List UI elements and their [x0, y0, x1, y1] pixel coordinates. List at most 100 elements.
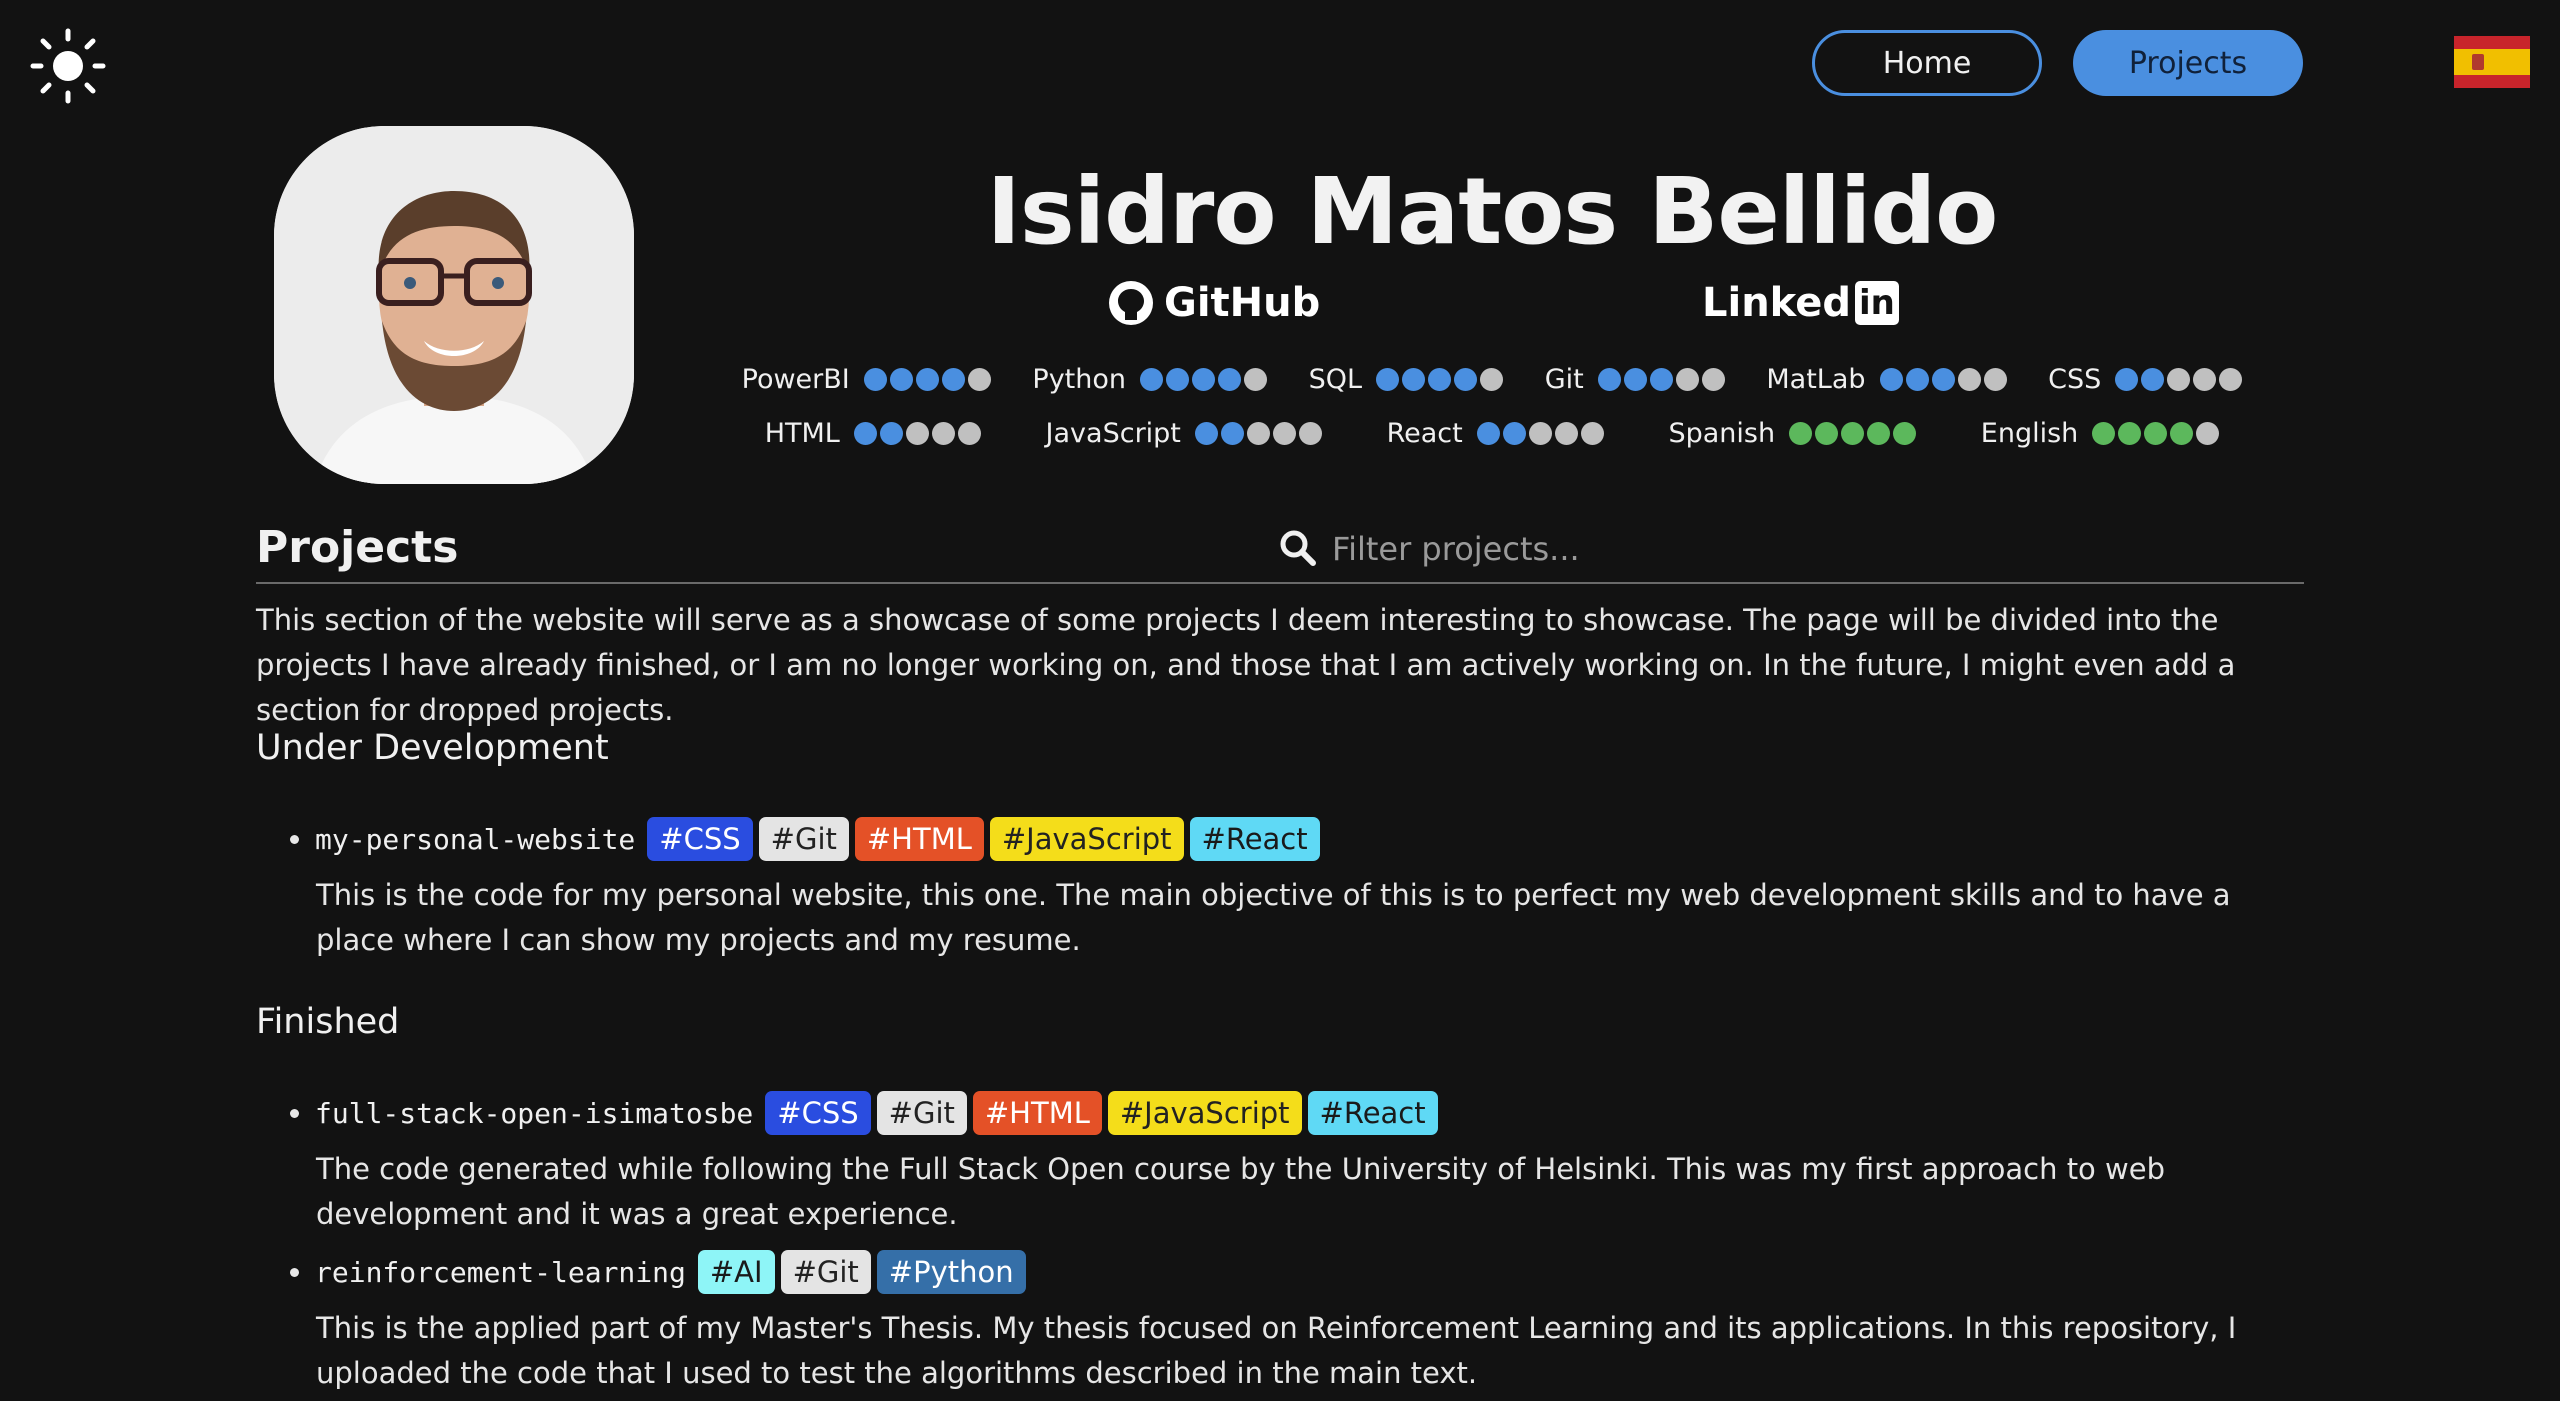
skill-react: React	[1387, 418, 1604, 449]
spain-flag-icon[interactable]	[2454, 36, 2530, 88]
skill-level-dot	[1580, 422, 1604, 445]
skill-level-dot	[1649, 368, 1673, 391]
skill-level-dot	[2196, 422, 2220, 445]
linkedin-label: Linked	[1702, 280, 1851, 326]
tag-ai[interactable]: #AI	[697, 1250, 775, 1294]
linkedin-link[interactable]: Linked in	[1702, 280, 1899, 326]
skill-level-dots	[2115, 368, 2243, 391]
skill-matlab: MatLab	[1766, 364, 2007, 395]
skill-level-dot	[1931, 368, 1955, 391]
skill-level-dot	[1983, 368, 2007, 391]
project-name-link[interactable]: my-personal-website	[315, 823, 635, 856]
theme-toggle-button[interactable]	[28, 26, 108, 106]
skill-level-dot	[1298, 422, 1322, 445]
avatar	[274, 126, 634, 484]
skill-name: English	[1980, 418, 2079, 449]
project-item: reinforcement-learning #AI #Git #Python This…	[290, 1244, 2310, 1396]
tag-git[interactable]: #Git	[876, 1091, 967, 1135]
skill-level-dot	[2219, 368, 2243, 391]
skill-name: Spanish	[1668, 418, 1776, 449]
skill-css: CSS	[2048, 364, 2243, 395]
project-item: my-personal-website #CSS #Git #HTML #JavaScr…	[290, 811, 2310, 963]
project-description: This is the code for my personal website…	[316, 878, 2231, 957]
github-link[interactable]: GitHub	[1108, 280, 1320, 326]
skill-level-dot	[863, 368, 887, 391]
skill-name: Python	[1032, 364, 1126, 395]
skill-level-dot	[1194, 422, 1218, 445]
skill-level-dot	[1879, 368, 1903, 391]
project-name-link[interactable]: full-stack-open-isimatosbe	[315, 1097, 753, 1130]
skill-level-dot	[1815, 422, 1839, 445]
sun-icon	[30, 28, 106, 104]
tag-react[interactable]: #React	[1189, 817, 1320, 861]
projects-button[interactable]: Projects	[2073, 30, 2303, 96]
tag-react[interactable]: #React	[1307, 1091, 1438, 1135]
skill-level-dot	[1376, 368, 1400, 391]
skill-level-dot	[931, 422, 955, 445]
top-nav: Home Projects	[1812, 30, 2303, 96]
skill-name: Git	[1544, 364, 1584, 395]
skill-name: MatLab	[1766, 364, 1866, 395]
tag-html[interactable]: #HTML	[854, 817, 984, 861]
bullet-icon	[290, 834, 299, 844]
skill-name: React	[1386, 418, 1463, 449]
bullet-icon	[290, 1108, 299, 1118]
skill-level-dots	[1879, 368, 2007, 391]
skill-level-dot	[2170, 422, 2194, 445]
skill-level-dots	[1376, 368, 1504, 391]
tag-git[interactable]: #Git	[758, 817, 849, 861]
skills-row-1: PowerBI Python SQL Git MatLab CSS	[700, 364, 2284, 395]
skill-name: SQL	[1308, 364, 1363, 395]
skill-level-dot	[1476, 422, 1500, 445]
skill-python: Python	[1032, 364, 1267, 395]
skill-level-dot	[1502, 422, 1526, 445]
project-name-link[interactable]: reinforcement-learning	[315, 1256, 686, 1289]
skill-level-dot	[967, 368, 991, 391]
skill-name: PowerBI	[741, 364, 850, 395]
project-description: The code generated while following the F…	[316, 1152, 2165, 1231]
skill-level-dot	[905, 422, 929, 445]
skill-english: English	[1981, 418, 2220, 449]
tag-html[interactable]: #HTML	[972, 1091, 1102, 1135]
skill-level-dot	[1166, 368, 1189, 391]
profile-name: Isidro Matos Bellido	[986, 158, 1999, 265]
skill-level-dot	[2118, 422, 2142, 445]
skill-powerbi: PowerBI	[742, 364, 991, 395]
github-label: GitHub	[1164, 280, 1321, 326]
tag-css[interactable]: #CSS	[765, 1091, 871, 1135]
tag-git[interactable]: #Git	[780, 1250, 871, 1294]
skill-level-dots	[853, 422, 981, 445]
projects-header: Projects	[256, 522, 2304, 584]
skill-level-dot	[1789, 422, 1813, 445]
skill-javascript: JavaScript	[1046, 418, 1322, 449]
tag-javascript[interactable]: #JavaScript	[1107, 1091, 1302, 1135]
under-development-heading: Under Development	[256, 728, 609, 768]
skill-level-dot	[889, 368, 913, 391]
skill-level-dot	[1957, 368, 1981, 391]
skill-level-dot	[1244, 368, 1267, 391]
project-description: This is the applied part of my Master's …	[316, 1311, 2237, 1390]
skill-level-dot	[879, 422, 903, 445]
skill-name: CSS	[2048, 364, 2102, 395]
skill-level-dot	[1597, 368, 1621, 391]
tag-javascript[interactable]: #JavaScript	[989, 817, 1184, 861]
linkedin-icon: in	[1854, 281, 1899, 325]
tag-python[interactable]: #Python	[876, 1250, 1026, 1294]
skill-level-dots	[1476, 422, 1604, 445]
search-icon	[1280, 530, 1316, 566]
skill-level-dot	[1246, 422, 1270, 445]
tag-css[interactable]: #CSS	[647, 817, 753, 861]
skill-level-dot	[1675, 368, 1699, 391]
skill-git: Git	[1545, 364, 1725, 395]
skill-level-dot	[2144, 422, 2168, 445]
skill-level-dot	[1554, 422, 1578, 445]
skill-level-dot	[1272, 422, 1296, 445]
skill-level-dot	[1528, 422, 1552, 445]
home-button[interactable]: Home	[1812, 30, 2042, 96]
skill-level-dots	[2092, 422, 2220, 445]
skill-level-dot	[941, 368, 965, 391]
filter-projects-input[interactable]	[1330, 526, 1934, 572]
skill-level-dot	[1402, 368, 1426, 391]
skill-level-dots	[1140, 368, 1267, 391]
skill-level-dot	[1701, 368, 1725, 391]
